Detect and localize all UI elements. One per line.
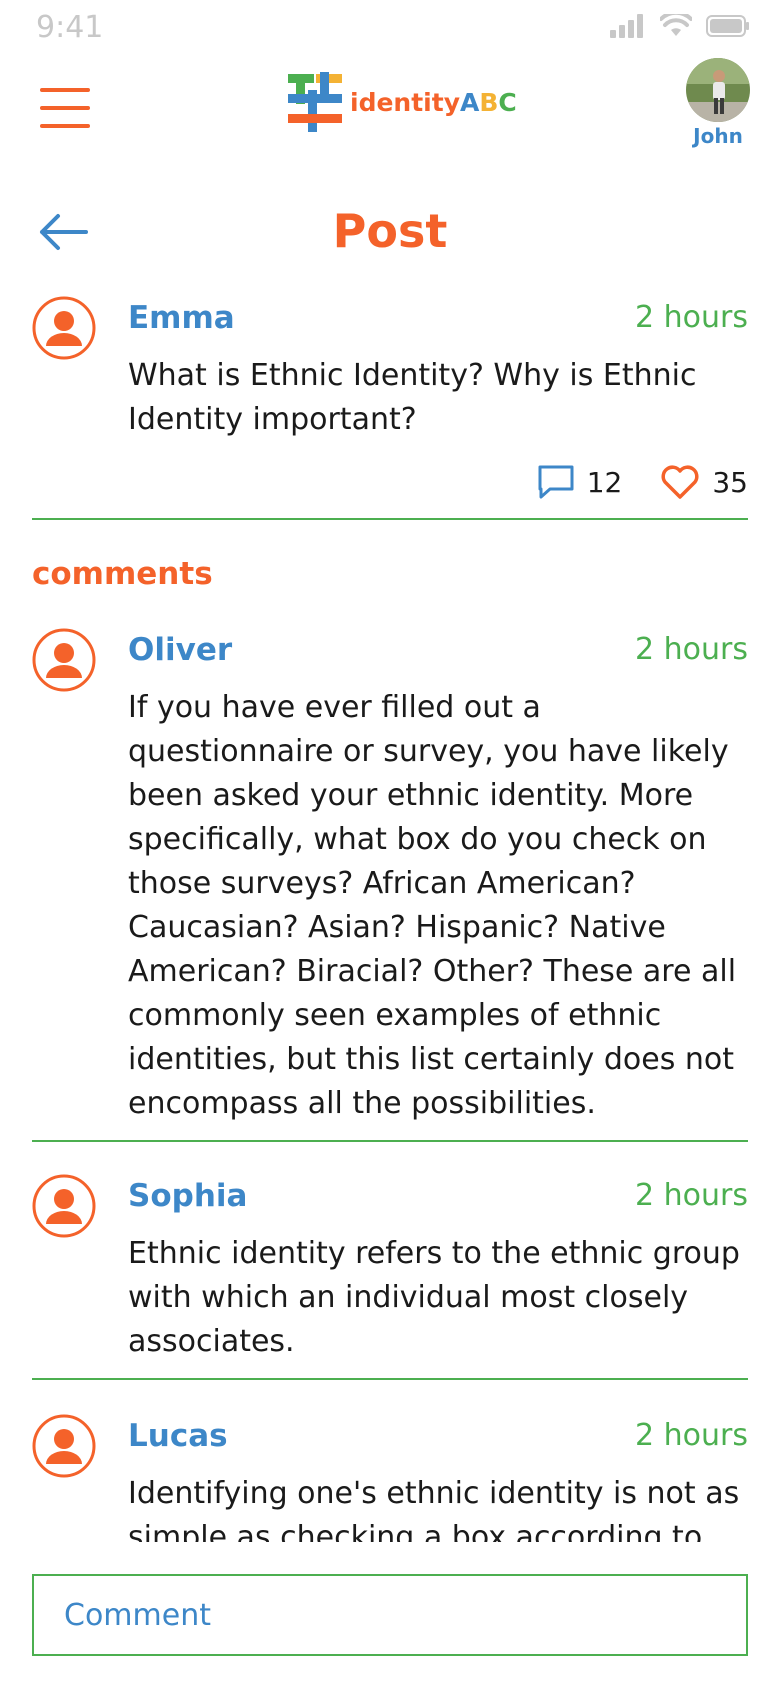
logo-text: identityABC: [350, 87, 517, 117]
comment-text: If you have ever filled out a questionna…: [128, 690, 737, 1121]
user-profile[interactable]: John: [686, 58, 750, 148]
divider: [32, 518, 748, 520]
comment-item: Lucas 2 hours Identifying one's ethnic i…: [32, 1414, 748, 1542]
comment-author[interactable]: Sophia: [128, 1178, 247, 1214]
heart-icon: [661, 465, 699, 499]
wifi-icon: [660, 14, 692, 36]
comment-item: Oliver 2 hours If you have ever filled o…: [32, 628, 748, 1128]
menu-icon[interactable]: [40, 88, 90, 128]
comment-item: Sophia 2 hours Ethnic identity refers to…: [32, 1174, 748, 1364]
comment-time: 2 hours: [635, 632, 748, 667]
user-avatar-icon[interactable]: [32, 1174, 96, 1238]
app-logo[interactable]: identityABC: [288, 72, 517, 132]
user-avatar-icon[interactable]: [32, 628, 96, 692]
logo-mark-icon: [288, 72, 342, 132]
post-time: 2 hours: [635, 300, 748, 335]
user-avatar-icon[interactable]: [32, 1414, 96, 1478]
comment-author[interactable]: Lucas: [128, 1418, 228, 1454]
like-count: 35: [712, 465, 748, 499]
comment-count: 12: [586, 465, 623, 499]
user-name: John: [693, 124, 743, 148]
cellular-signal-icon: [610, 14, 643, 38]
post-text: What is Ethnic Identity? Why is Ethnic I…: [128, 358, 697, 437]
battery-icon: [706, 15, 749, 37]
comment-input[interactable]: [34, 1576, 746, 1654]
comment-text: Identifying one's ethnic identity is not…: [128, 1476, 740, 1542]
divider: [32, 1378, 748, 1380]
user-avatar-icon[interactable]: [32, 296, 96, 360]
comment-author[interactable]: Oliver: [128, 632, 232, 668]
comment-scroll-clip: Lucas 2 hours Identifying one's ethnic i…: [0, 1410, 780, 1542]
post-author[interactable]: Emma: [128, 300, 235, 336]
status-bar: 9:41: [0, 0, 780, 60]
comment-text: Ethnic identity refers to the ethnic gro…: [128, 1236, 740, 1359]
comment-count-button[interactable]: 12: [537, 464, 623, 500]
app-header: identityABC John: [0, 56, 780, 166]
status-icons: [610, 14, 750, 38]
comments-heading: comments: [32, 556, 213, 592]
title-row: Post: [0, 196, 780, 272]
divider: [32, 1140, 748, 1142]
chat-bubble-icon: [538, 465, 574, 499]
page-title: Post: [332, 204, 448, 258]
avatar[interactable]: [686, 58, 750, 122]
status-time: 9:41: [36, 10, 104, 45]
like-button[interactable]: 35: [660, 464, 748, 500]
post-actions: 12 35: [537, 464, 748, 500]
post: Emma 2 hours What is Ethnic Identity? Wh…: [32, 296, 748, 512]
comment-time: 2 hours: [635, 1178, 748, 1213]
comment-time: 2 hours: [635, 1418, 748, 1453]
comment-input-box: [32, 1574, 748, 1656]
